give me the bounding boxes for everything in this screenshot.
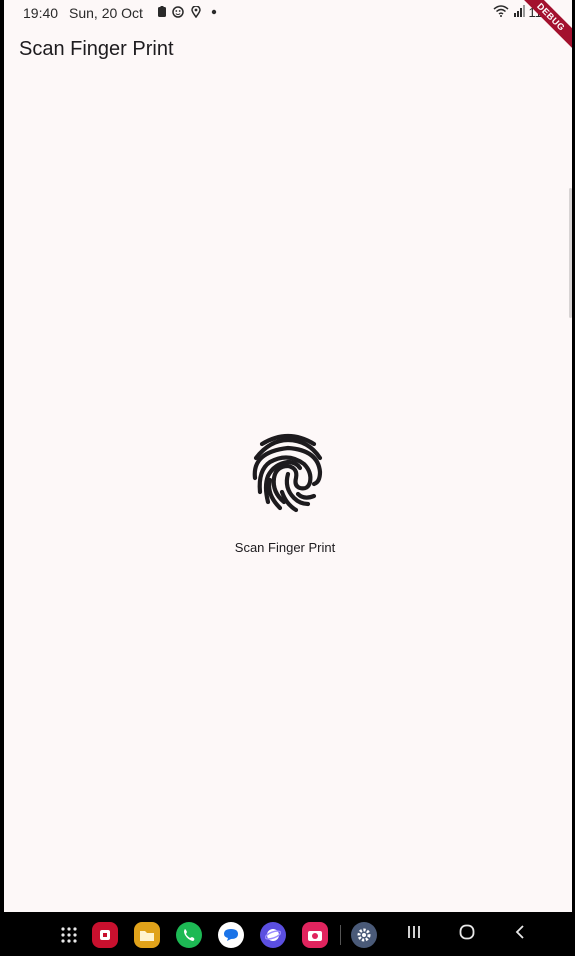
location-icon xyxy=(191,5,201,20)
app-screen: 19:40 Sun, 20 Oct 11 Scan Finger Print D… xyxy=(4,0,572,912)
signal-icon xyxy=(513,5,525,20)
fingerprint-icon[interactable] xyxy=(248,430,328,514)
device-frame: 19:40 Sun, 20 Oct 11 Scan Finger Print D… xyxy=(0,0,575,956)
battery-saver-icon xyxy=(157,6,167,20)
camera-icon[interactable] xyxy=(302,922,328,948)
app-bar: Scan Finger Print xyxy=(4,26,572,76)
dock-divider xyxy=(340,925,341,945)
status-bar: 19:40 Sun, 20 Oct 11 xyxy=(4,0,572,26)
navigation-bar xyxy=(0,912,575,956)
status-time: 19:40 xyxy=(23,5,59,21)
app-red-icon[interactable] xyxy=(92,922,118,948)
settings-icon[interactable] xyxy=(351,922,377,948)
edge-panel-handle[interactable] xyxy=(569,188,572,318)
wifi-icon xyxy=(493,5,509,20)
page-title: Scan Finger Print xyxy=(19,38,174,60)
app-grid-icon[interactable] xyxy=(56,922,82,948)
internet-icon[interactable] xyxy=(260,922,286,948)
messages-icon[interactable] xyxy=(218,922,244,948)
fingerprint-label: Scan Finger Print xyxy=(234,540,336,555)
home-icon[interactable] xyxy=(459,923,475,945)
face-icon xyxy=(172,6,184,20)
status-date: Sun, 20 Oct xyxy=(69,5,143,21)
recents-icon[interactable] xyxy=(406,923,422,945)
back-icon[interactable] xyxy=(514,923,526,945)
fingerprint-section: Scan Finger Print xyxy=(4,430,572,555)
dot-icon xyxy=(211,6,217,20)
files-icon[interactable] xyxy=(134,922,160,948)
phone-icon[interactable] xyxy=(176,922,202,948)
